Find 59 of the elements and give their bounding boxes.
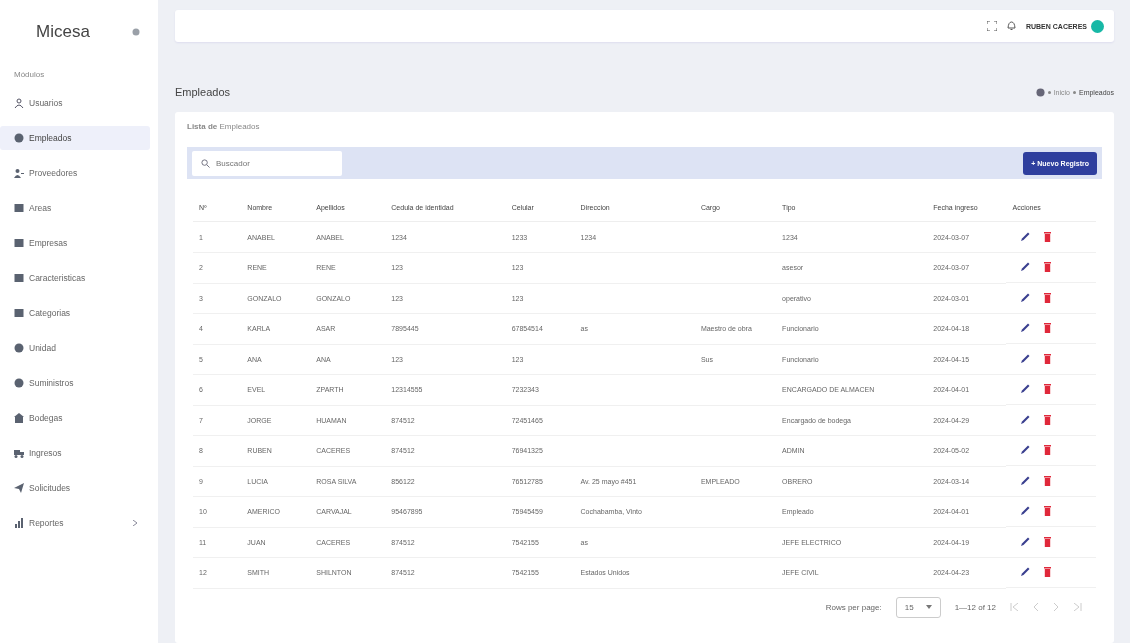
- edit-pencil-icon[interactable]: [1020, 536, 1031, 547]
- delete-trash-icon[interactable]: [1044, 353, 1052, 364]
- edit-pencil-icon[interactable]: [1020, 506, 1031, 517]
- notification-bell-icon[interactable]: [1006, 21, 1016, 31]
- edit-pencil-icon[interactable]: [1020, 323, 1031, 334]
- rows-per-page-select[interactable]: 15: [895, 596, 941, 618]
- fullscreen-icon[interactable]: [986, 21, 997, 31]
- edit-pencil-icon[interactable]: [1020, 353, 1031, 364]
- people-icon: [14, 168, 24, 178]
- sidebar-item[interactable]: Bodegas: [0, 406, 150, 430]
- delete-trash-icon[interactable]: [1044, 323, 1052, 334]
- edit-pencil-icon[interactable]: [1020, 567, 1031, 578]
- dropdown-caret-icon: [925, 605, 932, 609]
- sidebar-item[interactable]: Usuarios: [0, 91, 150, 115]
- edit-pencil-icon[interactable]: [1020, 384, 1031, 395]
- user-avatar[interactable]: [1091, 19, 1104, 33]
- sidebar-item[interactable]: Categorias: [0, 301, 150, 325]
- send-icon: [14, 483, 24, 493]
- delete-trash-icon[interactable]: [1044, 414, 1052, 425]
- edit-pencil-icon[interactable]: [1020, 292, 1031, 303]
- sidebar-item[interactable]: Suministros: [0, 371, 150, 395]
- sidebar-item[interactable]: Solicitudes: [0, 476, 150, 500]
- page-title: Empleados: [175, 86, 231, 98]
- sidebar-item[interactable]: Reportes: [0, 511, 150, 535]
- breadcrumb-separator-icon: [1072, 90, 1076, 94]
- card-title: Lista de Empleados: [187, 122, 261, 131]
- delete-trash-icon[interactable]: [1044, 506, 1052, 517]
- search-icon: [201, 158, 210, 168]
- sidebar-item[interactable]: Caracteristicas: [0, 266, 150, 290]
- delete-trash-icon[interactable]: [1044, 536, 1052, 547]
- delete-trash-icon[interactable]: [1044, 292, 1052, 303]
- sidebar-section-label: Módulos: [13, 69, 46, 81]
- sidebar-item[interactable]: Empresas: [0, 231, 150, 255]
- store-icon: [14, 413, 24, 423]
- user-icon: [14, 98, 24, 108]
- sidebar-item[interactable]: Empleados: [0, 126, 150, 150]
- delete-trash-icon[interactable]: [1044, 445, 1052, 456]
- edit-pencil-icon[interactable]: [1020, 475, 1031, 486]
- page-range: 1—12 of 12: [954, 602, 996, 612]
- delete-trash-icon[interactable]: [1044, 567, 1052, 578]
- rows-per-page-label: Rows per page:: [825, 602, 882, 612]
- delete-trash-icon[interactable]: [1044, 262, 1052, 273]
- brand-logo-text: Micesa: [36, 22, 90, 42]
- sidebar-item[interactable]: Ingresos: [0, 441, 150, 465]
- edit-pencil-icon[interactable]: [1020, 445, 1031, 456]
- chart-icon: [14, 518, 24, 528]
- edit-pencil-icon[interactable]: [1020, 262, 1031, 273]
- delete-trash-icon[interactable]: [1044, 475, 1052, 486]
- edit-pencil-icon[interactable]: [1020, 414, 1031, 425]
- search-field[interactable]: Buscador: [192, 150, 342, 176]
- truck-icon: [14, 448, 24, 458]
- sidebar-item[interactable]: Areas: [0, 196, 150, 220]
- edit-pencil-icon[interactable]: [1020, 231, 1031, 242]
- delete-trash-icon[interactable]: [1044, 384, 1052, 395]
- delete-trash-icon[interactable]: [1044, 231, 1052, 242]
- breadcrumb-separator-icon: [1047, 90, 1051, 94]
- chevron-icon: [132, 520, 138, 526]
- sidebar-item[interactable]: Unidad: [0, 336, 150, 360]
- sidebar-item[interactable]: Proveedores: [0, 161, 150, 185]
